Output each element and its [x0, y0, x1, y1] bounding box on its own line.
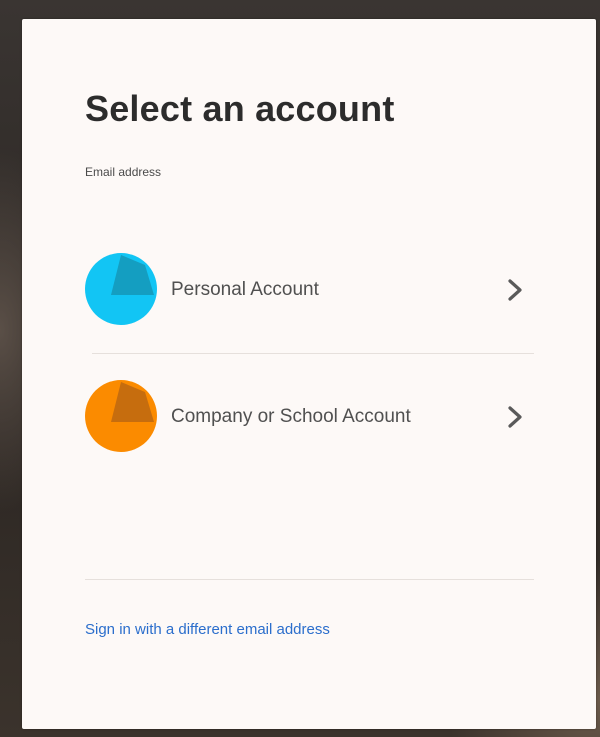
personal-account-icon — [85, 253, 157, 325]
chevron-right-icon — [508, 279, 522, 301]
company-account-option[interactable]: Company or School Account — [85, 380, 531, 454]
personal-account-label: Personal Account — [171, 279, 319, 300]
chevron-right-icon — [508, 406, 522, 428]
account-picker-dialog: Select an account Email address Personal… — [22, 19, 596, 729]
email-address-label: Email address — [85, 165, 162, 179]
company-account-icon — [85, 380, 157, 452]
different-email-link[interactable]: Sign in with a different email address — [85, 621, 330, 638]
page-title: Select an account — [85, 88, 395, 129]
personal-account-option[interactable]: Personal Account — [85, 253, 531, 327]
option-divider — [92, 353, 534, 354]
company-account-label: Company or School Account — [171, 406, 411, 427]
footer-divider — [85, 579, 534, 580]
